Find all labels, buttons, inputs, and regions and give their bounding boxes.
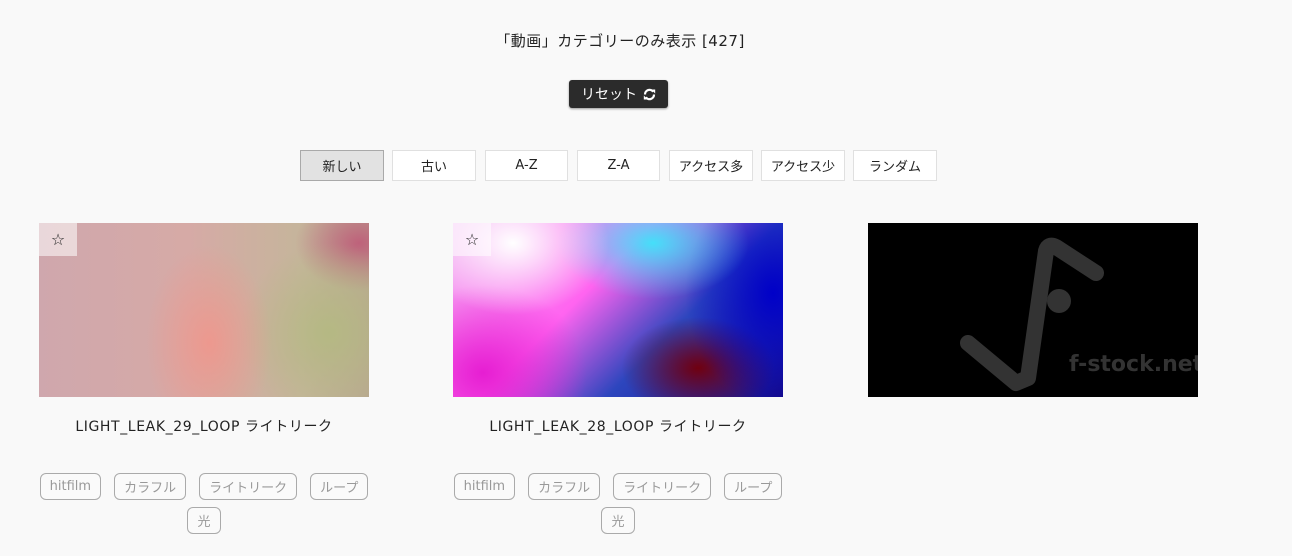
logo-text: f-stock.net <box>1069 352 1198 377</box>
video-card: ☆ LIGHT_LEAK_29_LOOP ライトリーク <box>39 223 369 436</box>
video-thumbnail[interactable]: ☆ <box>39 223 369 397</box>
sort-random-button[interactable]: ランダム <box>853 150 937 181</box>
tag[interactable]: ライトリーク <box>199 473 298 500</box>
tag[interactable]: ライトリーク <box>613 473 712 500</box>
tag[interactable]: 光 <box>601 507 635 534</box>
video-title[interactable]: LIGHT_LEAK_28_LOOP ライトリーク <box>453 416 783 436</box>
category-heading: 「動画」カテゴリーのみ表示 [427] <box>495 32 745 50</box>
refresh-icon <box>643 88 656 101</box>
tag-list: hitfilm カラフル ライトリーク ループ 光 <box>453 473 783 534</box>
tag[interactable]: ループ <box>310 473 369 500</box>
sort-bar: 新しい 古い A-Z Z-A アクセス多 アクセス少 ランダム <box>300 150 937 181</box>
favorite-star-icon[interactable]: ☆ <box>453 223 491 256</box>
sort-a-z-button[interactable]: A-Z <box>485 150 568 181</box>
tag[interactable]: hitfilm <box>39 473 102 500</box>
favorite-star-icon[interactable]: ☆ <box>39 223 77 256</box>
sort-oldest-button[interactable]: 古い <box>392 150 476 181</box>
video-thumbnail[interactable]: ☆ <box>453 223 783 397</box>
tag-list: hitfilm カラフル ライトリーク ループ 光 <box>39 473 369 534</box>
video-card-placeholder: f-stock.net <box>868 223 1198 397</box>
reset-label: リセット <box>581 87 637 103</box>
sort-z-a-button[interactable]: Z-A <box>577 150 660 181</box>
tag[interactable]: カラフル <box>528 473 601 500</box>
sort-newest-button[interactable]: 新しい <box>300 150 384 181</box>
tag[interactable]: hitfilm <box>453 473 516 500</box>
video-card: ☆ LIGHT_LEAK_28_LOOP ライトリーク <box>453 223 783 436</box>
video-title[interactable]: LIGHT_LEAK_29_LOOP ライトリーク <box>39 416 369 436</box>
tag[interactable]: ループ <box>724 473 783 500</box>
tag[interactable]: カラフル <box>114 473 187 500</box>
f-stock-logo-icon: f-stock.net <box>960 237 1198 391</box>
video-thumbnail[interactable]: f-stock.net <box>868 223 1198 397</box>
tag[interactable]: 光 <box>187 507 221 534</box>
sort-least-access-button[interactable]: アクセス少 <box>761 150 845 181</box>
sort-most-access-button[interactable]: アクセス多 <box>669 150 753 181</box>
reset-button[interactable]: リセット <box>569 80 668 108</box>
